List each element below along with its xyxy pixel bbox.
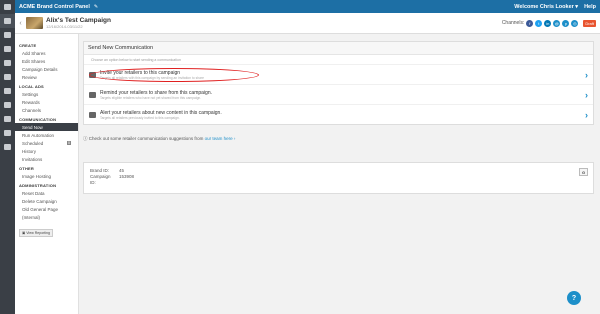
chevron-right-icon[interactable]: › <box>585 90 588 100</box>
option-title: Alert your retailers about new content i… <box>100 109 222 116</box>
megaphone-icon <box>89 111 96 118</box>
gear-icon[interactable] <box>0 112 15 126</box>
users-icon[interactable] <box>0 98 15 112</box>
option-invite[interactable]: Invite your retailers to this campaign T… <box>84 64 593 84</box>
sidebar: CREATE Add Shares Edit Shares Campaign D… <box>15 34 79 314</box>
campaign-thumbnail <box>26 17 43 29</box>
pin-icon[interactable]: ✎ <box>94 4 98 10</box>
campaign-id-value: 153908 <box>119 174 135 179</box>
main-content: Send New Communication Choose an option … <box>83 41 594 194</box>
sidebar-item-old-general-page[interactable]: Old General Page <box>15 205 78 213</box>
section-create: CREATE <box>19 43 37 48</box>
help-link[interactable]: Help <box>584 4 596 10</box>
twitter-icon[interactable]: t <box>535 19 543 27</box>
card-subtitle: Choose an option below to start sending … <box>91 58 181 62</box>
option-desc: Targets eligible retailers who have not … <box>100 95 202 100</box>
mail-icon[interactable] <box>0 84 15 98</box>
channels-group: Channels: f t in @ p ◎ Draft <box>501 19 600 27</box>
brand-title: ACME Brand Control Panel <box>19 3 90 10</box>
suggestion-link[interactable]: our team here › <box>205 136 236 141</box>
sidebar-item-scheduled[interactable]: Scheduled 0 <box>15 139 78 147</box>
annotation-circle <box>89 68 259 82</box>
wrench-icon[interactable] <box>0 140 15 154</box>
section-other: OTHER <box>19 166 34 171</box>
sidebar-item-image-hosting[interactable]: Image Hosting <box>15 172 78 180</box>
section-local-ads: LOCAL ADS <box>19 84 44 89</box>
suggestion-text: ⓘ Check out some retailer communication … <box>83 136 594 142</box>
campaign-id-label: Campaign ID: <box>90 174 111 185</box>
sidebar-item-add-shares[interactable]: Add Shares <box>15 49 78 57</box>
option-remind[interactable]: Remind your retailers to share from this… <box>84 84 593 104</box>
option-title: Remind your retailers to share from this… <box>100 89 212 96</box>
facebook-icon[interactable]: f <box>526 19 534 27</box>
section-communication: COMMUNICATION <box>19 117 57 122</box>
send-communication-card: Send New Communication Choose an option … <box>83 41 594 125</box>
top-bar: ACME Brand Control Panel ✎ Welcome Chris… <box>15 0 600 13</box>
scheduled-count-badge: 0 <box>67 141 71 145</box>
ids-card: Brand ID: 45 Campaign ID: 153908 G <box>83 162 594 194</box>
sidebar-item-delete-campaign[interactable]: Delete Campaign <box>15 197 78 205</box>
email-icon[interactable]: @ <box>553 19 561 27</box>
sidebar-item-run-automation[interactable]: Run Automation <box>15 131 78 139</box>
channels-label: Channels: <box>501 20 525 26</box>
sidebar-item-channels[interactable]: Channels <box>15 106 78 114</box>
campaign-title: Alix's Test Campaign <box>46 16 111 24</box>
help-button[interactable]: ? <box>567 291 581 305</box>
sidebar-item-edit-shares[interactable]: Edit Shares <box>15 57 78 65</box>
content-icon[interactable] <box>0 42 15 56</box>
sidebar-item-send-now[interactable]: Send Now <box>15 123 78 131</box>
g-button[interactable]: G <box>579 168 588 176</box>
bell-icon <box>89 91 96 98</box>
option-alert[interactable]: Alert your retailers about new content i… <box>84 104 593 124</box>
linkedin-icon[interactable]: in <box>544 19 552 27</box>
sidebar-item-rewards[interactable]: Rewards <box>15 98 78 106</box>
sidebar-item-campaign-details[interactable]: Campaign Details <box>15 65 78 73</box>
sidebar-item-invitations[interactable]: Invitations <box>15 155 78 163</box>
campaign-dates: 12/16/2014-03/11/22 <box>46 24 83 30</box>
icon-rail <box>0 0 15 314</box>
scheduled-label: Scheduled <box>22 140 44 146</box>
home-icon[interactable] <box>0 0 15 14</box>
retailers-icon[interactable] <box>0 28 15 42</box>
pinterest-icon[interactable]: p <box>562 19 570 27</box>
megaphone-icon[interactable] <box>0 14 15 28</box>
instagram-icon[interactable]: ◎ <box>571 19 579 27</box>
chevron-right-icon[interactable]: › <box>585 70 588 80</box>
dollar-icon[interactable] <box>0 126 15 140</box>
view-reporting-button[interactable]: ▣ View Reporting <box>19 229 53 237</box>
sidebar-item-internal[interactable]: (Internal) <box>15 213 78 221</box>
chevron-right-icon[interactable]: › <box>585 110 588 120</box>
card-header: Send New Communication <box>84 42 593 55</box>
sidebar-item-reset-data[interactable]: Reset Data <box>15 189 78 197</box>
sidebar-item-history[interactable]: History <box>15 147 78 155</box>
back-arrow-icon[interactable]: ‹ <box>15 20 26 27</box>
draft-badge: Draft <box>583 19 596 27</box>
reports-icon[interactable] <box>0 56 15 70</box>
suggestion-prefix: Check out some retailer communication su… <box>88 136 205 141</box>
user-menu[interactable]: Welcome Chris Looker ▾ <box>514 4 578 10</box>
section-administration: ADMINISTRATION <box>19 183 57 188</box>
sidebar-item-review[interactable]: Review <box>15 73 78 81</box>
map-pin-icon[interactable] <box>0 70 15 84</box>
option-desc: Targets all retailers previously invited… <box>100 115 180 120</box>
sidebar-item-settings[interactable]: Settings <box>15 90 78 98</box>
campaign-header: ‹ Alix's Test Campaign 12/16/2014-03/11/… <box>15 13 600 34</box>
